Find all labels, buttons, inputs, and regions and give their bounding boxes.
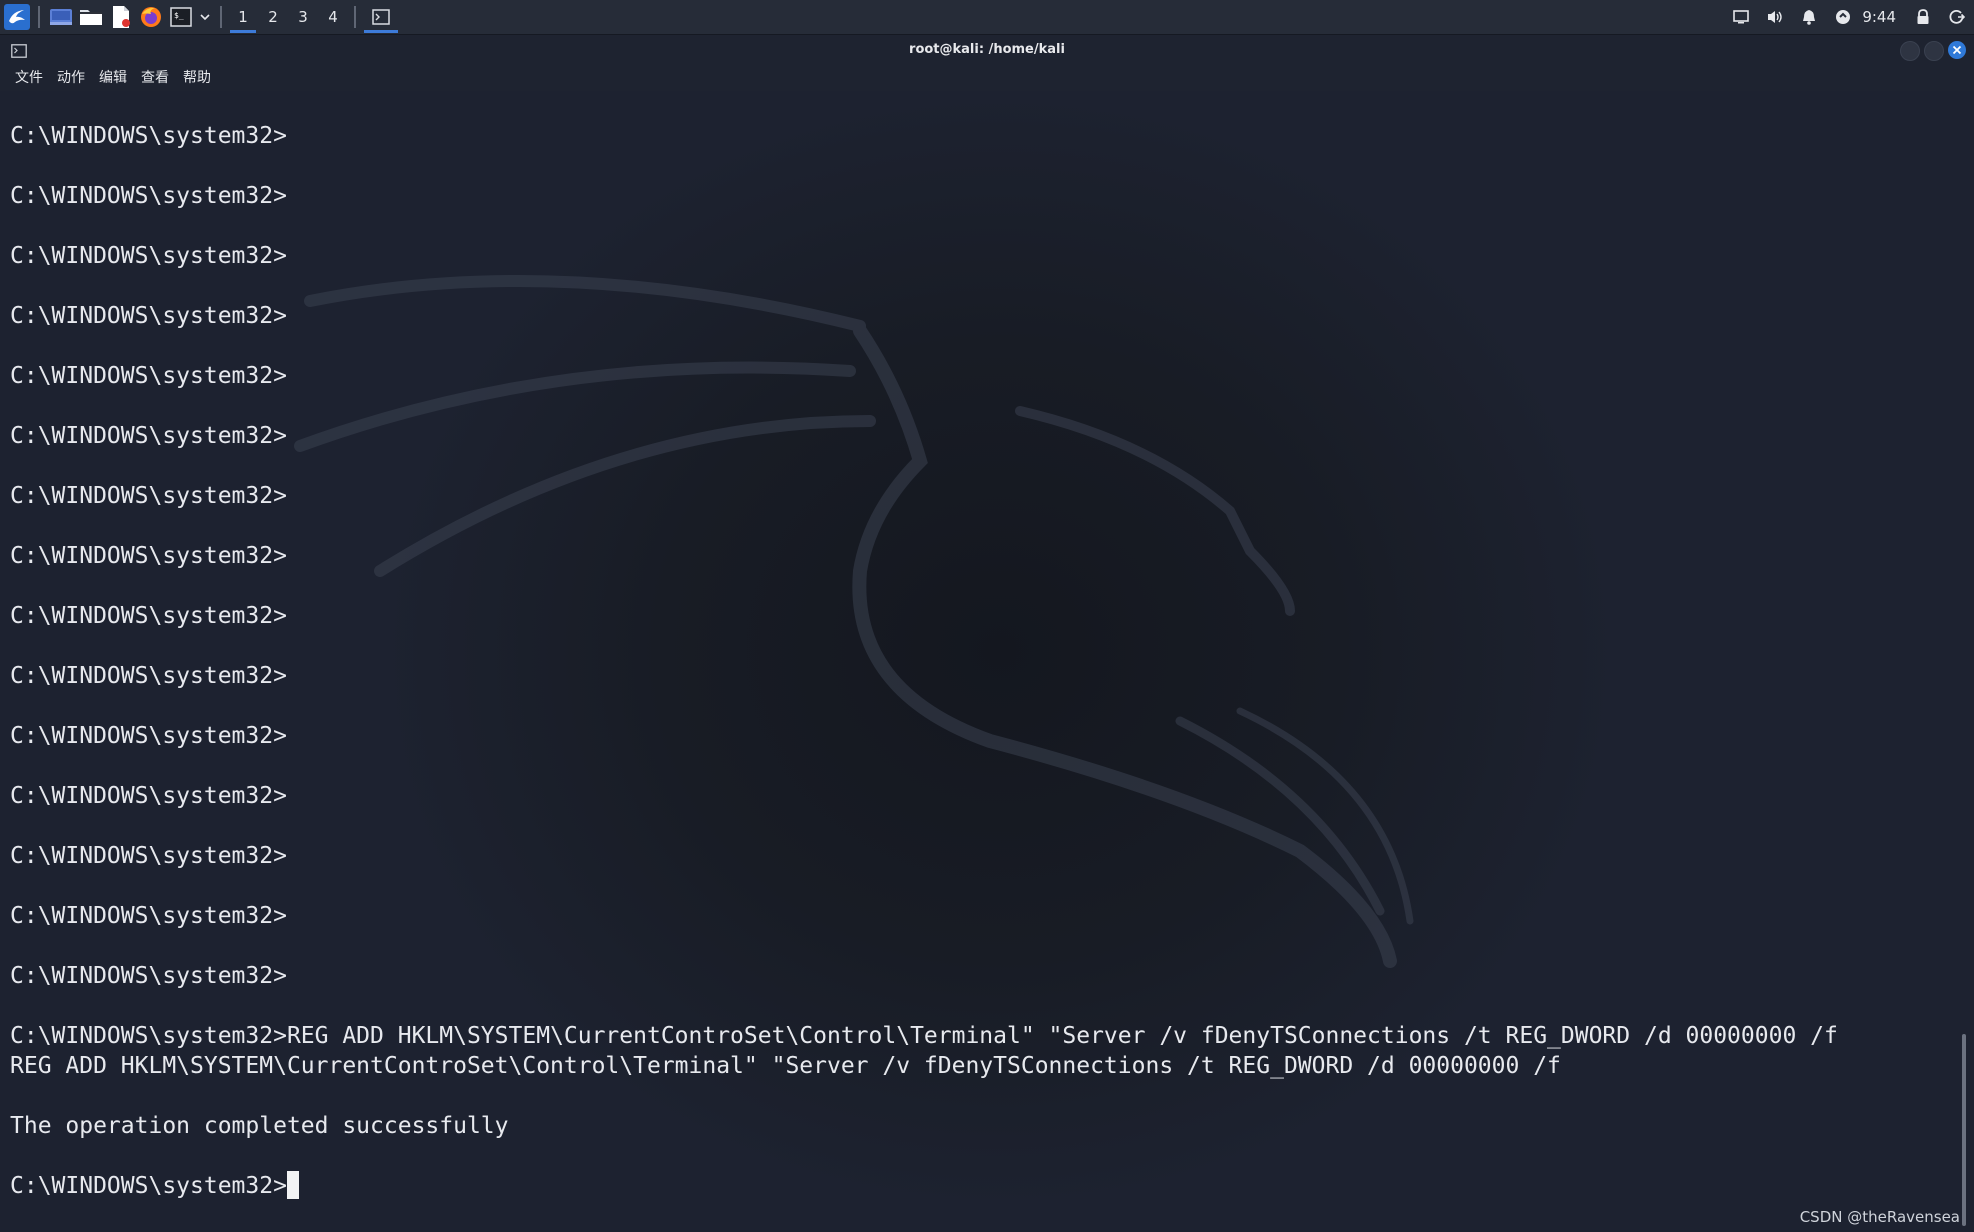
terminal-prompt-line: C:\WINDOWS\system32> [10, 663, 287, 689]
panel-separator [38, 6, 40, 28]
watermark: CSDN @theRavensea [1799, 1208, 1960, 1226]
terminal-command-line: C:\WINDOWS\system32>REG ADD HKLM\SYSTEM\… [10, 1023, 1838, 1049]
terminal-output: C:\WINDOWS\system32> C:\WINDOWS\system32… [10, 121, 1838, 1201]
terminal-prompt-line: C:\WINDOWS\system32> [10, 363, 287, 389]
current-prompt: C:\WINDOWS\system32> [10, 1173, 287, 1199]
text-cursor [286, 1171, 299, 1199]
file-manager-icon[interactable] [76, 2, 106, 32]
workspace-3[interactable]: 3 [288, 0, 318, 34]
terminal-result-line: The operation completed successfully [10, 1113, 509, 1139]
show-desktop-icon[interactable] [46, 2, 76, 32]
minimize-button[interactable] [1900, 41, 1920, 61]
terminal-prompt-line: C:\WINDOWS\system32> [10, 303, 287, 329]
panel-separator [354, 6, 356, 28]
logout-icon[interactable] [1940, 0, 1974, 34]
volume-icon[interactable] [1758, 0, 1792, 34]
terminal-prompt-line: C:\WINDOWS\system32> [10, 123, 287, 149]
terminal-prompt-line: C:\WINDOWS\system32> [10, 543, 287, 569]
terminal-prompt-line: C:\WINDOWS\system32> [10, 963, 287, 989]
terminal-prompt-line: C:\WINDOWS\system32> [10, 183, 287, 209]
scrollbar[interactable] [1962, 1034, 1966, 1226]
display-icon[interactable] [1724, 0, 1758, 34]
menu-edit[interactable]: 编辑 [92, 65, 134, 91]
notification-bell-icon[interactable] [1792, 0, 1826, 34]
menu-actions[interactable]: 动作 [50, 65, 92, 91]
panel-separator [220, 6, 222, 28]
firefox-icon[interactable] [136, 2, 166, 32]
close-icon [1952, 45, 1962, 55]
window-titlebar[interactable]: root@kali: /home/kali [0, 35, 1974, 65]
menu-help[interactable]: 帮助 [176, 65, 218, 91]
lock-screen-icon[interactable] [1906, 0, 1940, 34]
terminal-prompt-line: C:\WINDOWS\system32> [10, 603, 287, 629]
workspace-1[interactable]: 1 [228, 0, 258, 34]
terminal-prompt-line: C:\WINDOWS\system32> [10, 243, 287, 269]
close-button[interactable] [1948, 41, 1966, 59]
terminal-current-prompt-line[interactable]: C:\WINDOWS\system32> [10, 1171, 1838, 1201]
top-panel: $_ 1 2 3 4 9:44 [0, 0, 1974, 35]
taskbar-terminal-window[interactable] [362, 0, 400, 34]
window-title: root@kali: /home/kali [909, 42, 1065, 57]
workspace-2[interactable]: 2 [258, 0, 288, 34]
svg-text:$_: $_ [174, 11, 184, 20]
terminal-prompt-line: C:\WINDOWS\system32> [10, 843, 287, 869]
chevron-down-icon[interactable] [196, 2, 214, 32]
terminal-launcher-icon[interactable]: $_ [166, 2, 196, 32]
menu-view[interactable]: 查看 [134, 65, 176, 91]
menu-file[interactable]: 文件 [8, 65, 50, 91]
terminal-prompt-line: C:\WINDOWS\system32> [10, 423, 287, 449]
terminal-view[interactable]: C:\WINDOWS\system32> C:\WINDOWS\system32… [0, 91, 1974, 1232]
kali-menu-icon[interactable] [2, 2, 32, 32]
system-tray: 9:44 [1724, 0, 1974, 34]
terminal-echo-line: REG ADD HKLM\SYSTEM\CurrentControSet\Con… [10, 1053, 1561, 1079]
network-status-icon[interactable] [1826, 0, 1860, 34]
menubar: 文件 动作 编辑 查看 帮助 [0, 65, 1974, 91]
terminal-prompt-line: C:\WINDOWS\system32> [10, 723, 287, 749]
terminal-prompt-line: C:\WINDOWS\system32> [10, 483, 287, 509]
text-editor-icon[interactable] [106, 2, 136, 32]
clock[interactable]: 9:44 [1860, 8, 1906, 26]
terminal-prompt-line: C:\WINDOWS\system32> [10, 903, 287, 929]
workspace-4[interactable]: 4 [318, 0, 348, 34]
maximize-button[interactable] [1924, 41, 1944, 61]
terminal-prompt-line: C:\WINDOWS\system32> [10, 783, 287, 809]
